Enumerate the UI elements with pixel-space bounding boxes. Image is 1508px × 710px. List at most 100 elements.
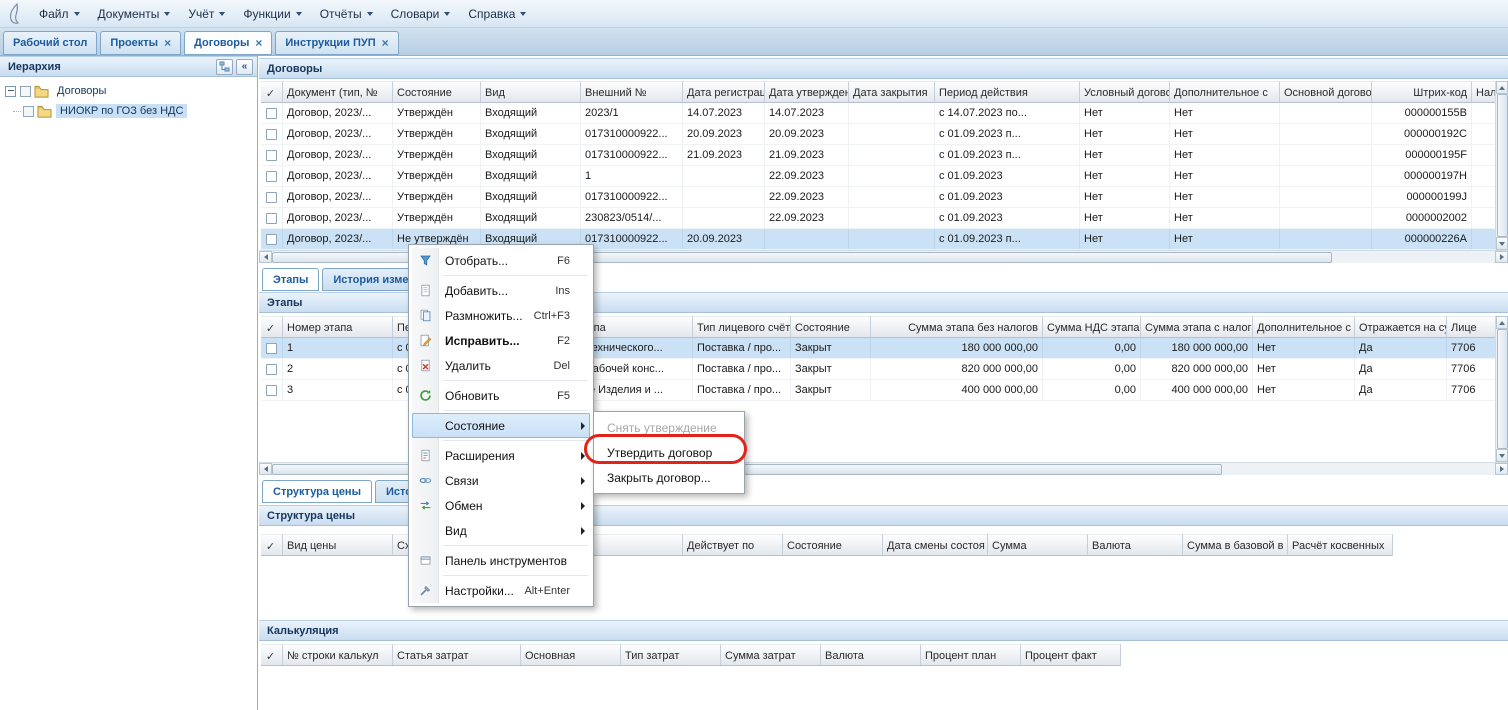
context-menu-item[interactable]: Вид xyxy=(412,518,590,543)
scroll-left-button[interactable] xyxy=(259,463,272,475)
tree-checkbox[interactable] xyxy=(23,106,34,117)
column-header[interactable]: Валюта xyxy=(1088,534,1183,556)
context-submenu-item[interactable]: Утвердить договор xyxy=(597,440,741,465)
section-tab[interactable]: Структура цены xyxy=(262,480,372,503)
tree-view-icon[interactable] xyxy=(216,59,233,75)
tab-close-icon[interactable]: × xyxy=(164,37,171,49)
column-header[interactable]: ✓ xyxy=(261,316,283,338)
column-header[interactable]: Сумма этапа без налогов xyxy=(871,316,1043,338)
column-header[interactable]: Расчёт косвенных xyxy=(1288,534,1393,556)
tab-close-icon[interactable]: × xyxy=(382,37,389,49)
column-header[interactable]: Дата закрытия xyxy=(849,81,935,103)
scrollbar-thumb[interactable] xyxy=(1497,94,1508,237)
tree-item[interactable]: НИОКР по ГОЗ без НДС xyxy=(5,101,257,121)
context-menu-item[interactable]: Добавить...Ins xyxy=(412,278,590,303)
column-header[interactable]: Сумма xyxy=(988,534,1088,556)
column-header[interactable]: Штрих-код xyxy=(1372,81,1472,103)
document-tab[interactable]: Рабочий стол xyxy=(3,31,97,55)
column-header[interactable]: Вид цены xyxy=(283,534,393,556)
scroll-right-button[interactable] xyxy=(1495,463,1508,475)
column-header[interactable]: Основная xyxy=(521,644,621,666)
column-header[interactable]: Процент план xyxy=(921,644,1021,666)
scroll-left-button[interactable] xyxy=(259,251,272,263)
menubar-item[interactable]: Справка xyxy=(459,0,535,27)
document-tab[interactable]: Проекты× xyxy=(100,31,181,55)
scroll-down-button[interactable] xyxy=(1496,237,1508,250)
tree-item[interactable]: Договоры xyxy=(5,81,257,101)
document-tab[interactable]: Инструкции ПУП× xyxy=(275,31,398,55)
column-header[interactable]: Период действия xyxy=(935,81,1080,103)
column-header[interactable]: Внешний № xyxy=(581,81,683,103)
menubar-item[interactable]: Файл xyxy=(30,0,89,27)
menubar-item[interactable]: Функции xyxy=(234,0,310,27)
column-header[interactable]: Дата регистрации xyxy=(683,81,765,103)
context-menu-item[interactable]: Отобрать...F6 xyxy=(412,248,590,273)
column-header[interactable]: ✓ xyxy=(261,644,283,666)
context-menu-item[interactable]: Исправить...F2 xyxy=(412,328,590,353)
collapse-panel-button[interactable]: « xyxy=(236,59,253,75)
tab-close-icon[interactable]: × xyxy=(255,37,262,49)
table-row[interactable]: Договор, 2023/...УтверждёнВходящий2023/1… xyxy=(261,103,1508,124)
menubar-item[interactable]: Учёт xyxy=(179,0,234,27)
table-row[interactable]: Договор, 2023/...УтверждёнВходящий230823… xyxy=(261,208,1508,229)
stages-vertical-scrollbar[interactable] xyxy=(1495,316,1508,462)
row-checkbox[interactable] xyxy=(266,364,277,375)
row-checkbox[interactable] xyxy=(266,129,277,140)
column-header[interactable]: Сумма в базовой в xyxy=(1183,534,1288,556)
section-tab[interactable]: Этапы xyxy=(262,268,319,291)
row-checkbox[interactable] xyxy=(266,150,277,161)
table-row[interactable]: Договор, 2023/...УтверждёнВходящий122.09… xyxy=(261,166,1508,187)
table-row[interactable]: Договор, 2023/...УтверждёнВходящий017310… xyxy=(261,145,1508,166)
context-menu-item[interactable]: ОбновитьF5 xyxy=(412,383,590,408)
context-menu-item[interactable]: УдалитьDel xyxy=(412,353,590,378)
column-header[interactable]: Состояние xyxy=(791,316,871,338)
column-header[interactable]: Процент факт xyxy=(1021,644,1121,666)
row-checkbox[interactable] xyxy=(266,343,277,354)
row-checkbox[interactable] xyxy=(266,385,277,396)
context-menu-item[interactable]: Связи xyxy=(412,468,590,493)
document-tab[interactable]: Договоры× xyxy=(184,31,272,55)
column-header[interactable]: Дополнительное с xyxy=(1170,81,1280,103)
column-header[interactable]: Вид xyxy=(481,81,581,103)
column-header[interactable]: Номер этапа xyxy=(283,316,393,338)
scroll-up-button[interactable] xyxy=(1496,81,1508,94)
scroll-down-button[interactable] xyxy=(1496,449,1508,462)
context-menu-item[interactable]: Состояние xyxy=(412,413,590,438)
scroll-right-button[interactable] xyxy=(1495,251,1508,263)
column-header[interactable]: Состояние xyxy=(393,81,481,103)
column-header[interactable]: Дополнительное с xyxy=(1253,316,1355,338)
table-row[interactable]: Договор, 2023/...УтверждёнВходящий017310… xyxy=(261,187,1508,208)
row-checkbox[interactable] xyxy=(266,192,277,203)
column-header[interactable]: Отражается на су xyxy=(1355,316,1447,338)
scrollbar-thumb[interactable] xyxy=(1497,329,1508,449)
column-header[interactable]: Сумма этапа с налогами xyxy=(1141,316,1253,338)
row-checkbox[interactable] xyxy=(266,234,277,245)
table-row[interactable]: Договор, 2023/...УтверждёнВходящий017310… xyxy=(261,124,1508,145)
context-submenu-item[interactable]: Снять утверждение xyxy=(597,415,741,440)
row-checkbox[interactable] xyxy=(266,171,277,182)
tree-checkbox[interactable] xyxy=(20,86,31,97)
menubar-item[interactable]: Отчёты xyxy=(311,0,382,27)
column-header[interactable]: ✓ xyxy=(261,534,283,556)
context-submenu-item[interactable]: Закрыть договор... xyxy=(597,465,741,490)
context-menu-item[interactable]: Панель инструментов xyxy=(412,548,590,573)
column-header[interactable]: Условный договор xyxy=(1080,81,1170,103)
contracts-vertical-scrollbar[interactable] xyxy=(1495,81,1508,250)
column-header[interactable]: Тип затрат xyxy=(621,644,721,666)
context-menu-item[interactable]: Обмен xyxy=(412,493,590,518)
context-menu-item[interactable]: Размножить...Ctrl+F3 xyxy=(412,303,590,328)
column-header[interactable]: № строки калькул xyxy=(283,644,393,666)
column-header[interactable]: ✓ xyxy=(261,81,283,103)
context-menu-item[interactable]: Настройки...Alt+Enter xyxy=(412,578,590,603)
column-header[interactable]: Валюта xyxy=(821,644,921,666)
column-header[interactable]: Сумма НДС этапа xyxy=(1043,316,1141,338)
column-header[interactable]: Дата утверждения xyxy=(765,81,849,103)
column-header[interactable]: Тип лицевого счёт xyxy=(693,316,791,338)
context-menu-item[interactable]: Расширения xyxy=(412,443,590,468)
column-header[interactable]: Основной договор xyxy=(1280,81,1372,103)
column-header[interactable]: Документ (тип, № xyxy=(283,81,393,103)
menubar-item[interactable]: Документы xyxy=(89,0,180,27)
column-header[interactable]: Сумма затрат xyxy=(721,644,821,666)
column-header[interactable]: Состояние xyxy=(783,534,883,556)
menubar-item[interactable]: Словари xyxy=(382,0,460,27)
